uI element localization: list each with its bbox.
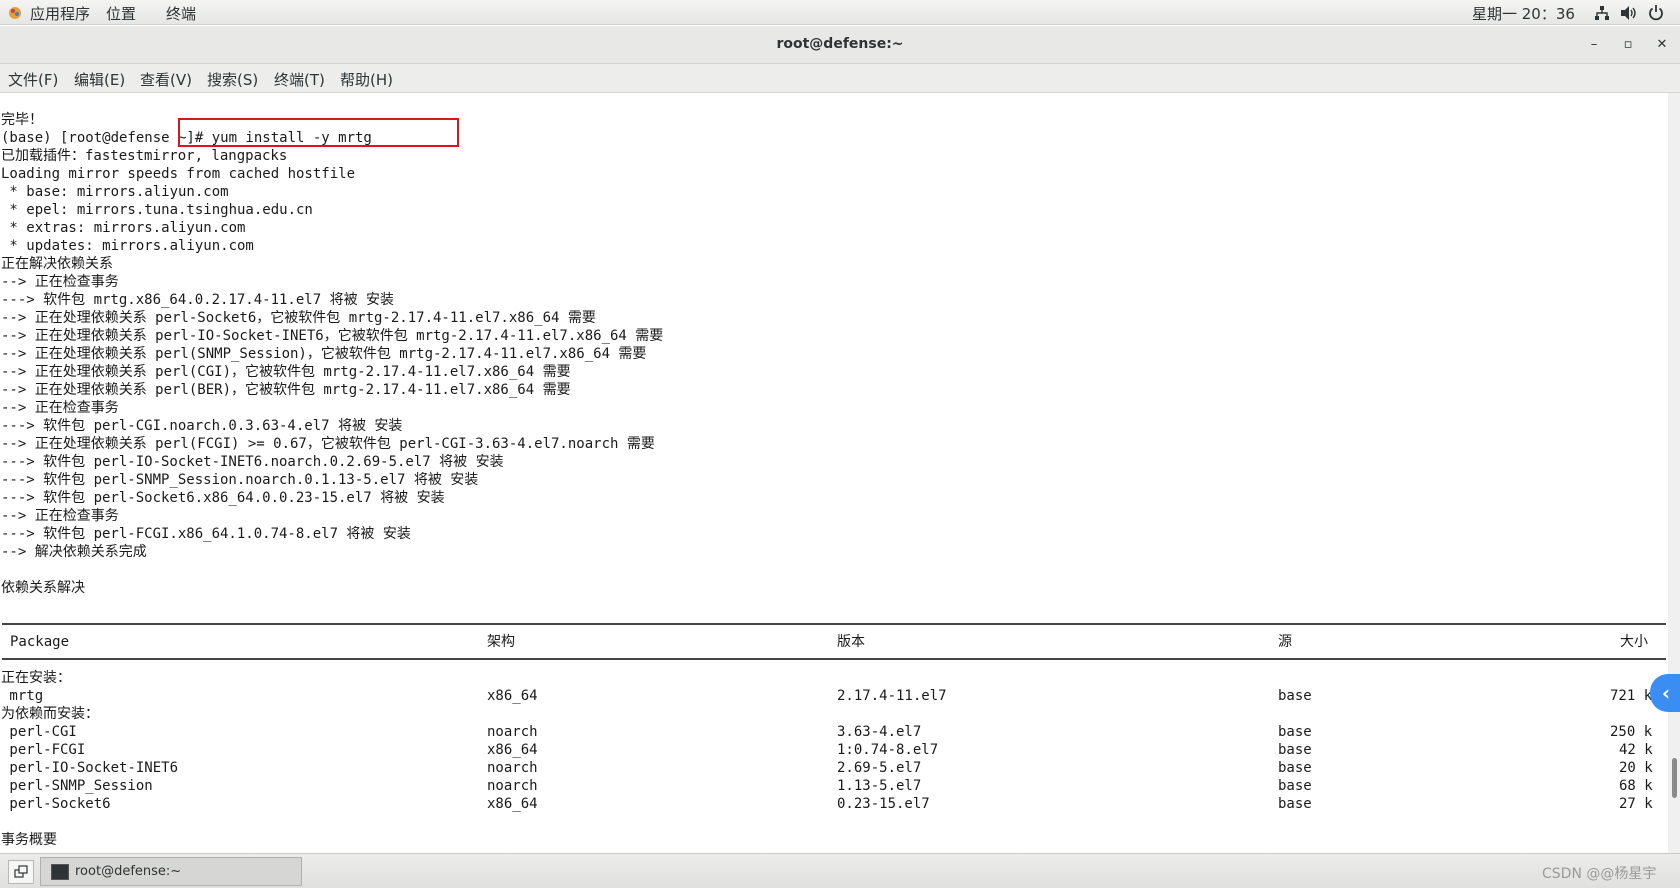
cell-repo: base: [1278, 688, 1312, 704]
menu-places[interactable]: 位置: [106, 3, 136, 24]
show-desktop-icon[interactable]: [8, 860, 34, 884]
cell-size: 20 k: [1619, 760, 1653, 776]
volume-icon[interactable]: [1620, 5, 1638, 25]
terminal-line: ---> 软件包 perl-IO-Socket-INET6.noarch.0.2…: [1, 454, 504, 470]
terminal-line: --> 正在检查事务: [1, 274, 119, 290]
terminal-line: ---> 软件包 perl-SNMP_Session.noarch.0.1.13…: [1, 472, 479, 488]
cell-package: perl-IO-Socket-INET6: [1, 760, 179, 776]
menu-help[interactable]: 帮助(H): [340, 69, 393, 90]
terminal-icon: [51, 864, 69, 880]
cell-package: perl-Socket6: [1, 796, 111, 812]
terminal-output[interactable]: 完毕！ (base) [root@defense ~]# yum install…: [0, 93, 1668, 853]
terminal-line: * base: mirrors.aliyun.com: [1, 184, 229, 200]
cell-package: perl-CGI: [1, 724, 77, 740]
terminal-line: 已加载插件：fastestmirror, langpacks: [1, 148, 288, 164]
terminal-line: ---> 软件包 mrtg.x86_64.0.2.17.4-11.el7 将被 …: [1, 292, 395, 308]
close-button[interactable]: ✕: [1651, 34, 1673, 56]
maximize-button[interactable]: ▫: [1617, 34, 1639, 56]
cell-arch: x86_64: [487, 742, 538, 758]
watermark: CSDN @@杨星宇: [1542, 866, 1657, 882]
terminal-line: --> 正在处理依赖关系 perl-Socket6，它被软件包 mrtg-2.1…: [1, 310, 596, 326]
terminal-line: --> 正在处理依赖关系 perl(CGI)，它被软件包 mrtg-2.17.4…: [1, 364, 571, 380]
cell-arch: noarch: [487, 760, 538, 776]
taskbar-window-terminal[interactable]: root@defense:~: [40, 857, 302, 886]
cell-repo: base: [1278, 760, 1312, 776]
header-package: Package: [10, 634, 70, 650]
terminal-line: ---> 软件包 perl-CGI.noarch.0.3.63-4.el7 将被…: [1, 418, 403, 434]
terminal-line: --> 正在处理依赖关系 perl(SNMP_Session)，它被软件包 mr…: [1, 346, 647, 362]
terminal-line: * updates: mirrors.aliyun.com: [1, 238, 254, 254]
applications-icon[interactable]: [8, 6, 22, 20]
terminal-line: --> 正在处理依赖关系 perl(BER)，它被软件包 mrtg-2.17.4…: [1, 382, 571, 398]
menu-edit[interactable]: 编辑(E): [74, 69, 125, 90]
cell-size: 250 k: [1610, 724, 1653, 740]
section-deps: 为依赖而安装：: [1, 706, 99, 722]
terminal-line: --> 正在处理依赖关系 perl(FCGI) >= 0.67，它被软件包 pe…: [1, 436, 655, 452]
menu-terminal[interactable]: 终端: [166, 3, 196, 24]
clock[interactable]: 星期一 20：36: [1472, 3, 1575, 24]
menu-applications[interactable]: 应用程序: [30, 3, 90, 24]
cell-version: 1.13-5.el7: [837, 778, 922, 794]
table-top-rule: [2, 623, 1666, 625]
window-title: root@defense:~: [776, 36, 904, 52]
minimize-button[interactable]: –: [1583, 34, 1605, 56]
power-icon[interactable]: [1648, 4, 1664, 25]
cell-package: mrtg: [1, 688, 44, 704]
cell-arch: noarch: [487, 724, 538, 740]
taskbar-window-label: root@defense:~: [75, 864, 182, 879]
cell-repo: base: [1278, 742, 1312, 758]
cell-repo: base: [1278, 724, 1312, 740]
header-size: 大小: [1620, 634, 1648, 650]
cell-arch: noarch: [487, 778, 538, 794]
section-installing: 正在安装：: [1, 670, 71, 686]
side-panel-toggle-button[interactable]: ‹: [1650, 674, 1680, 712]
top-panel: 应用程序 位置 终端 星期一 20：36: [0, 0, 1680, 25]
terminal-line: 依赖关系解决: [1, 580, 85, 596]
header-arch: 架构: [487, 634, 515, 650]
header-version: 版本: [837, 634, 865, 650]
window-titlebar[interactable]: root@defense:~ – ▫ ✕: [0, 26, 1680, 64]
terminal-line: --> 解决依赖关系完成: [1, 544, 147, 560]
cell-version: 2.17.4-11.el7: [837, 688, 947, 704]
terminal-line: Loading mirror speeds from cached hostfi…: [1, 166, 356, 182]
menu-search[interactable]: 搜索(S): [207, 69, 258, 90]
cell-package: perl-FCGI: [1, 742, 86, 758]
bottom-taskbar: root@defense:~ CSDN @@杨星宇: [0, 853, 1680, 888]
terminal-line: * epel: mirrors.tuna.tsinghua.edu.cn: [1, 202, 313, 218]
command-highlight-box: [178, 118, 459, 147]
terminal-line: --> 正在处理依赖关系 perl-IO-Socket-INET6，它被软件包 …: [1, 328, 664, 344]
network-icon[interactable]: [1594, 5, 1610, 25]
cell-version: 2.69-5.el7: [837, 760, 922, 776]
cell-version: 1:0.74-8.el7: [837, 742, 939, 758]
cell-size: 68 k: [1619, 778, 1653, 794]
cell-version: 0.23-15.el7: [837, 796, 930, 812]
cell-arch: x86_64: [487, 688, 538, 704]
cell-size: 42 k: [1619, 742, 1653, 758]
cell-size: 27 k: [1619, 796, 1653, 812]
cell-repo: base: [1278, 778, 1312, 794]
terminal-line: * extras: mirrors.aliyun.com: [1, 220, 246, 236]
cell-package: perl-SNMP_Session: [1, 778, 153, 794]
menu-file[interactable]: 文件(F): [8, 69, 58, 90]
transaction-summary: 事务概要: [1, 832, 57, 848]
terminal-line: 完毕！: [1, 112, 43, 128]
cell-size: 721 k: [1610, 688, 1653, 704]
menu-view[interactable]: 查看(V): [140, 69, 192, 90]
terminal-line: --> 正在检查事务: [1, 400, 119, 416]
scrollbar-thumb[interactable]: [1672, 758, 1677, 798]
menu-terminal-tab[interactable]: 终端(T): [274, 69, 325, 90]
cell-version: 3.63-4.el7: [837, 724, 922, 740]
cell-repo: base: [1278, 796, 1312, 812]
terminal-line: ---> 软件包 perl-FCGI.x86_64.1.0.74-8.el7 将…: [1, 526, 411, 542]
terminal-line: 正在解决依赖关系: [1, 256, 113, 272]
cell-arch: x86_64: [487, 796, 538, 812]
table-header-rule: [2, 658, 1666, 660]
terminal-scrollbar[interactable]: [1668, 93, 1680, 853]
header-repo: 源: [1278, 634, 1292, 650]
menubar: 文件(F) 编辑(E) 查看(V) 搜索(S) 终端(T) 帮助(H): [0, 64, 1680, 93]
terminal-line: ---> 软件包 perl-Socket6.x86_64.0.0.23-15.e…: [1, 490, 445, 506]
terminal-line: --> 正在检查事务: [1, 508, 119, 524]
